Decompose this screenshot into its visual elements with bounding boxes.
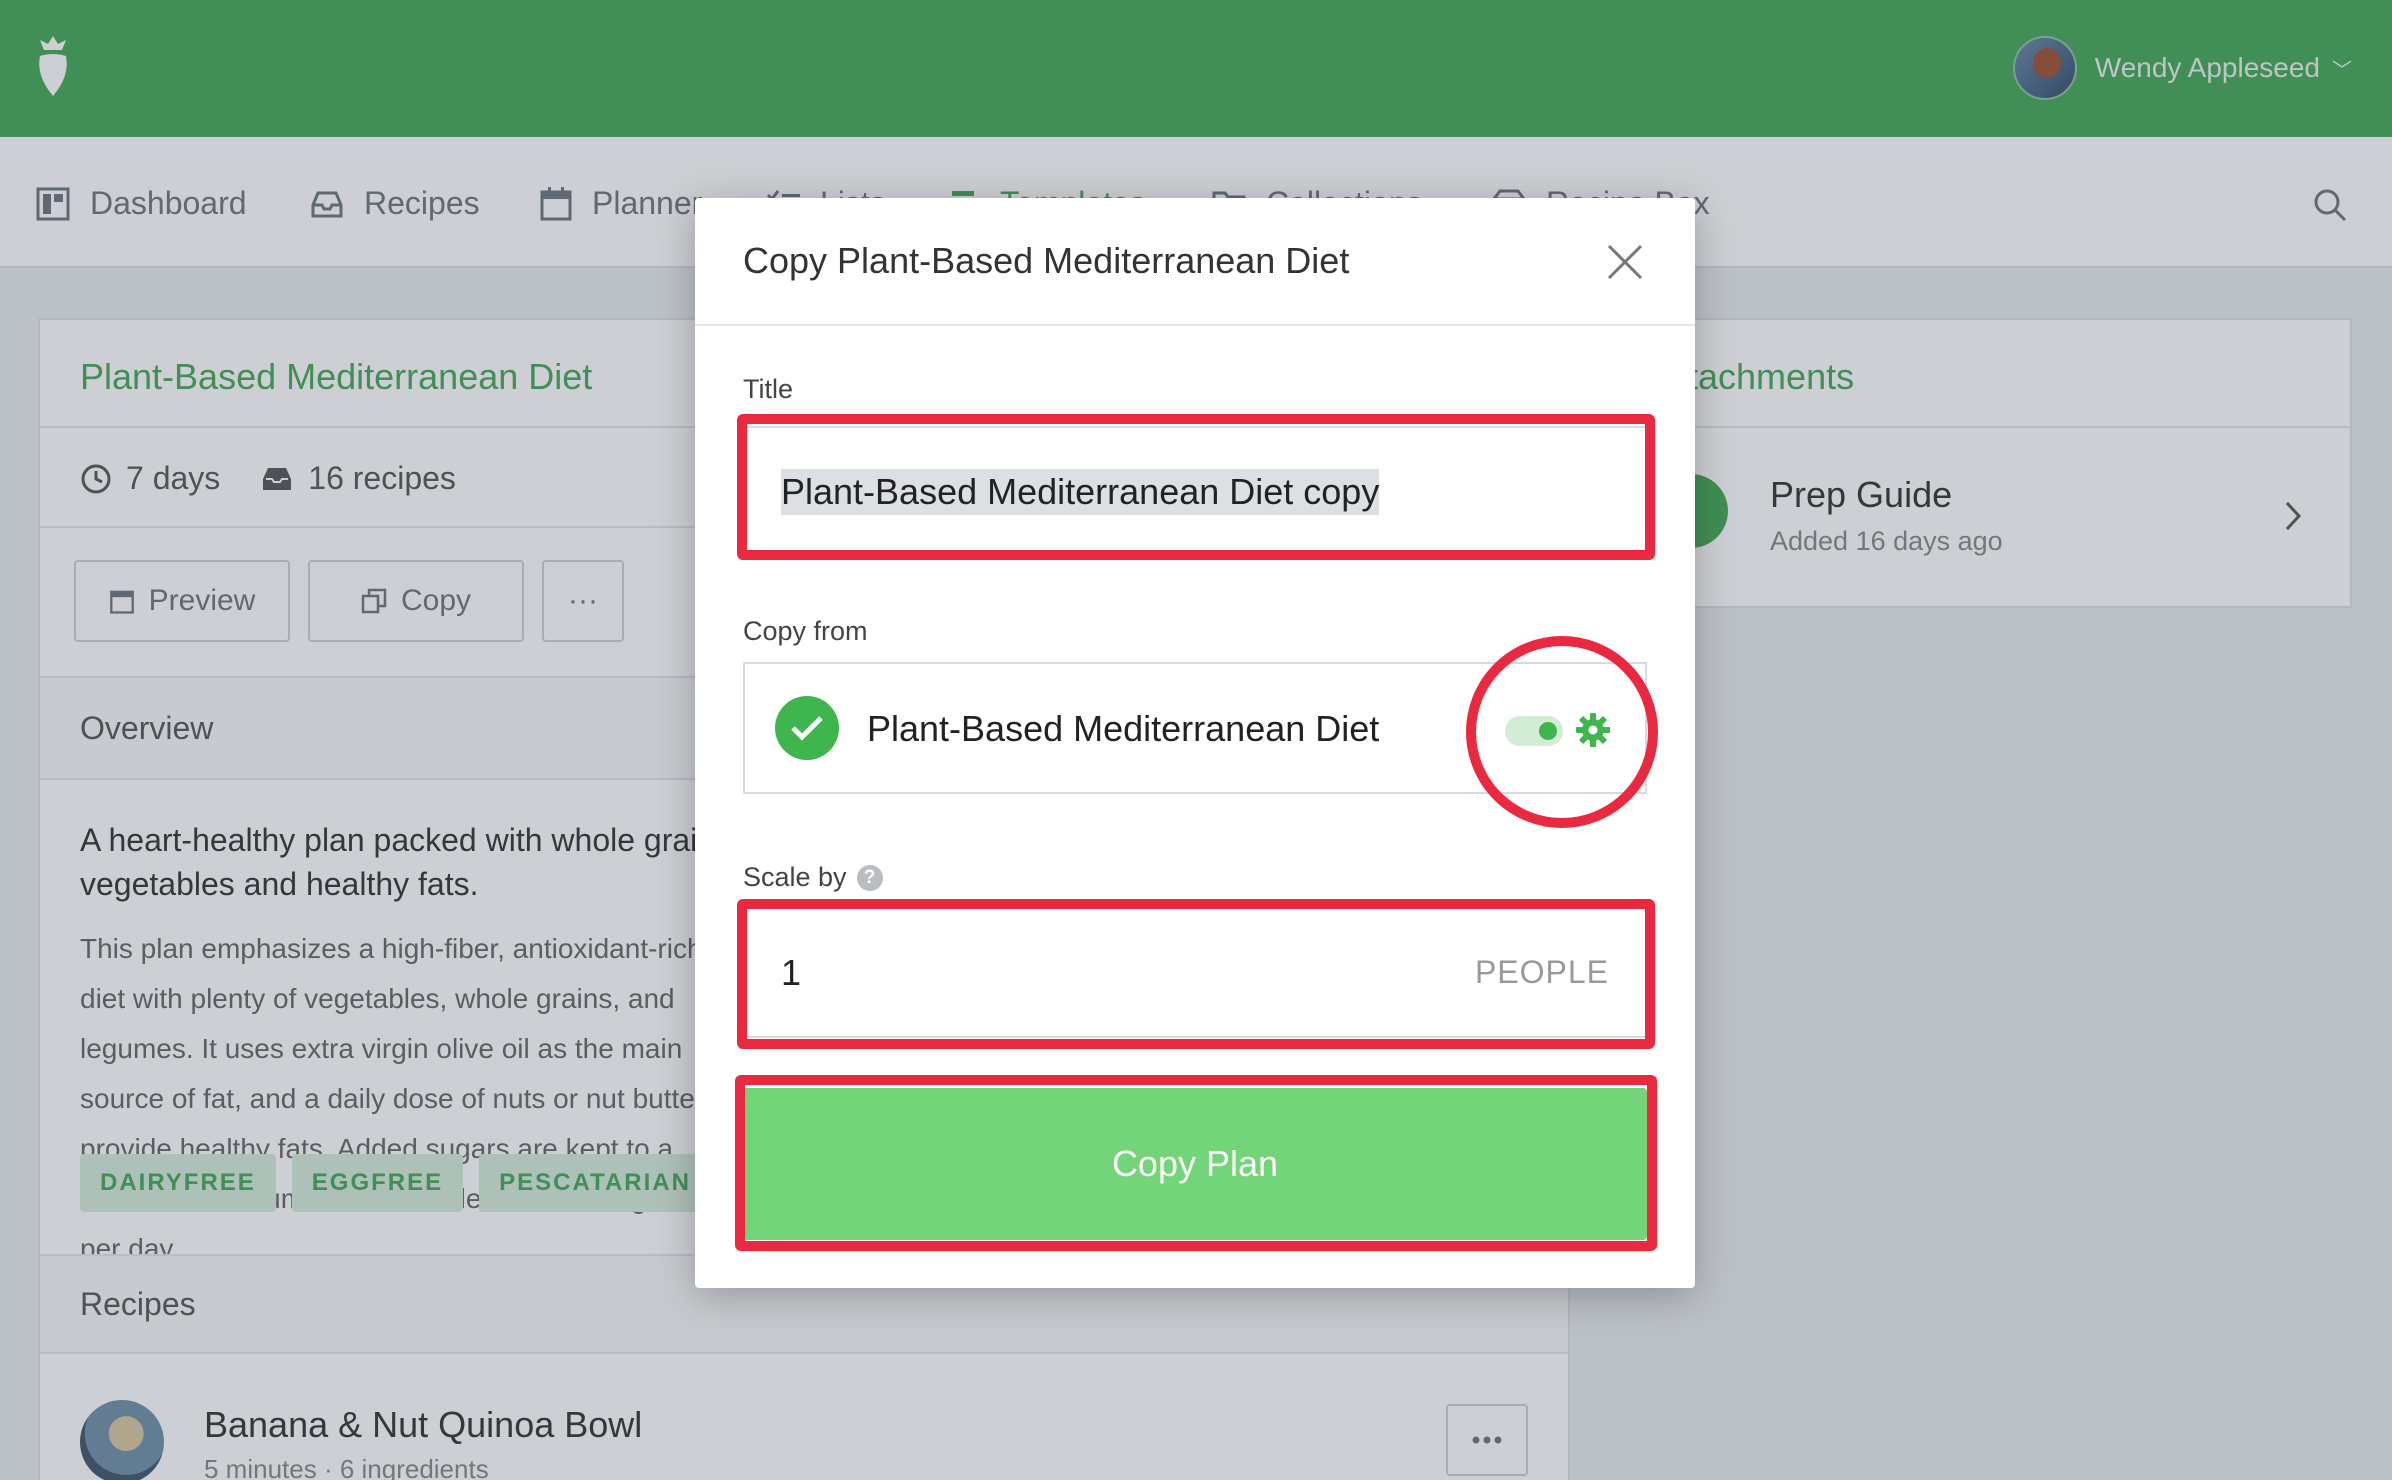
scale-label: Scale by ? [743,862,883,893]
modal-header: Copy Plant-Based Mediterranean Diet [695,198,1695,326]
modal-title: Copy Plant-Based Mediterranean Diet [743,240,1350,281]
copy-plan-modal: Copy Plant-Based Mediterranean Diet Titl… [695,198,1695,1288]
copy-from-name: Plant-Based Mediterranean Diet [867,708,1380,749]
close-icon[interactable] [1603,240,1647,284]
copy-from-label: Copy from [743,616,868,646]
scale-label-text: Scale by [743,862,847,892]
gear-icon[interactable] [1575,712,1611,748]
check-circle-icon [775,696,839,760]
title-label: Title [743,374,794,404]
help-icon[interactable]: ? [856,864,883,891]
copy-from-row: Plant-Based Mediterranean Diet [743,662,1647,794]
scale-value: 1 [781,952,802,993]
scale-input[interactable]: 1 PEOPLE [743,906,1647,1038]
copy-from-toggle[interactable] [1505,716,1563,746]
scale-unit: PEOPLE [1474,954,1609,990]
title-input[interactable]: Plant-Based Mediterranean Diet copy [743,426,1647,558]
copy-plan-button[interactable]: Copy Plan [743,1088,1647,1240]
title-input-value: Plant-Based Mediterranean Diet copy [781,469,1380,515]
